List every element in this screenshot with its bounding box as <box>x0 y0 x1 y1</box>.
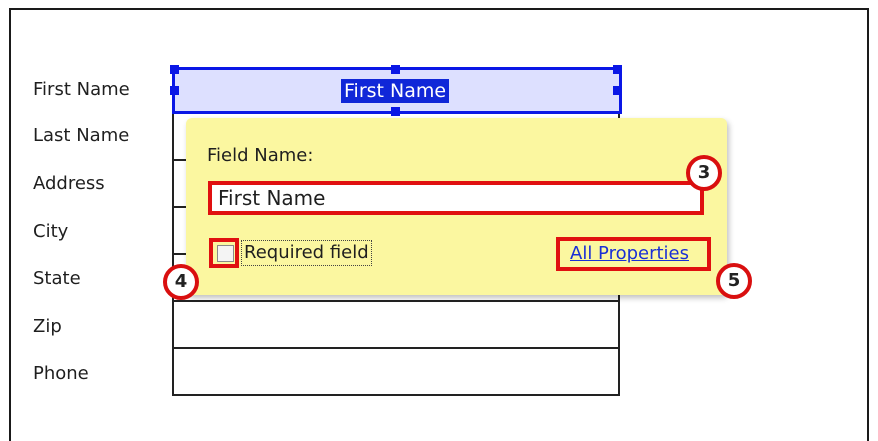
callout-badge-3: 3 <box>686 155 722 191</box>
field-zip[interactable] <box>172 302 620 349</box>
label-phone: Phone <box>33 363 89 384</box>
all-properties-link[interactable]: All Properties <box>570 243 689 264</box>
label-address: Address <box>33 173 105 194</box>
resize-handle-top-left[interactable] <box>170 65 179 74</box>
resize-handle-middle-left[interactable] <box>170 86 179 95</box>
selected-field-text: First Name <box>341 79 450 103</box>
field-properties-popup: Field Name: First Name Required field Al… <box>186 118 727 295</box>
label-city: City <box>33 221 69 242</box>
callout-badge-5: 5 <box>716 263 752 299</box>
required-checkbox[interactable] <box>217 245 234 262</box>
callout-badge-4: 4 <box>163 264 199 300</box>
field-name-input[interactable]: First Name <box>208 181 704 215</box>
resize-handle-top-right[interactable] <box>613 65 622 74</box>
label-first-name: First Name <box>33 79 130 100</box>
resize-handle-middle-right[interactable] <box>613 86 622 95</box>
label-state: State <box>33 268 81 289</box>
field-phone[interactable] <box>172 349 620 396</box>
label-zip: Zip <box>33 316 62 337</box>
required-checkbox-highlight <box>209 238 239 268</box>
resize-handle-top-center[interactable] <box>391 65 400 74</box>
field-name-label: Field Name: <box>207 145 314 166</box>
required-field-label[interactable]: Required field <box>241 240 372 266</box>
label-last-name: Last Name <box>33 125 130 146</box>
all-properties-highlight: All Properties <box>556 237 711 271</box>
resize-handle-bottom-center[interactable] <box>391 107 400 116</box>
